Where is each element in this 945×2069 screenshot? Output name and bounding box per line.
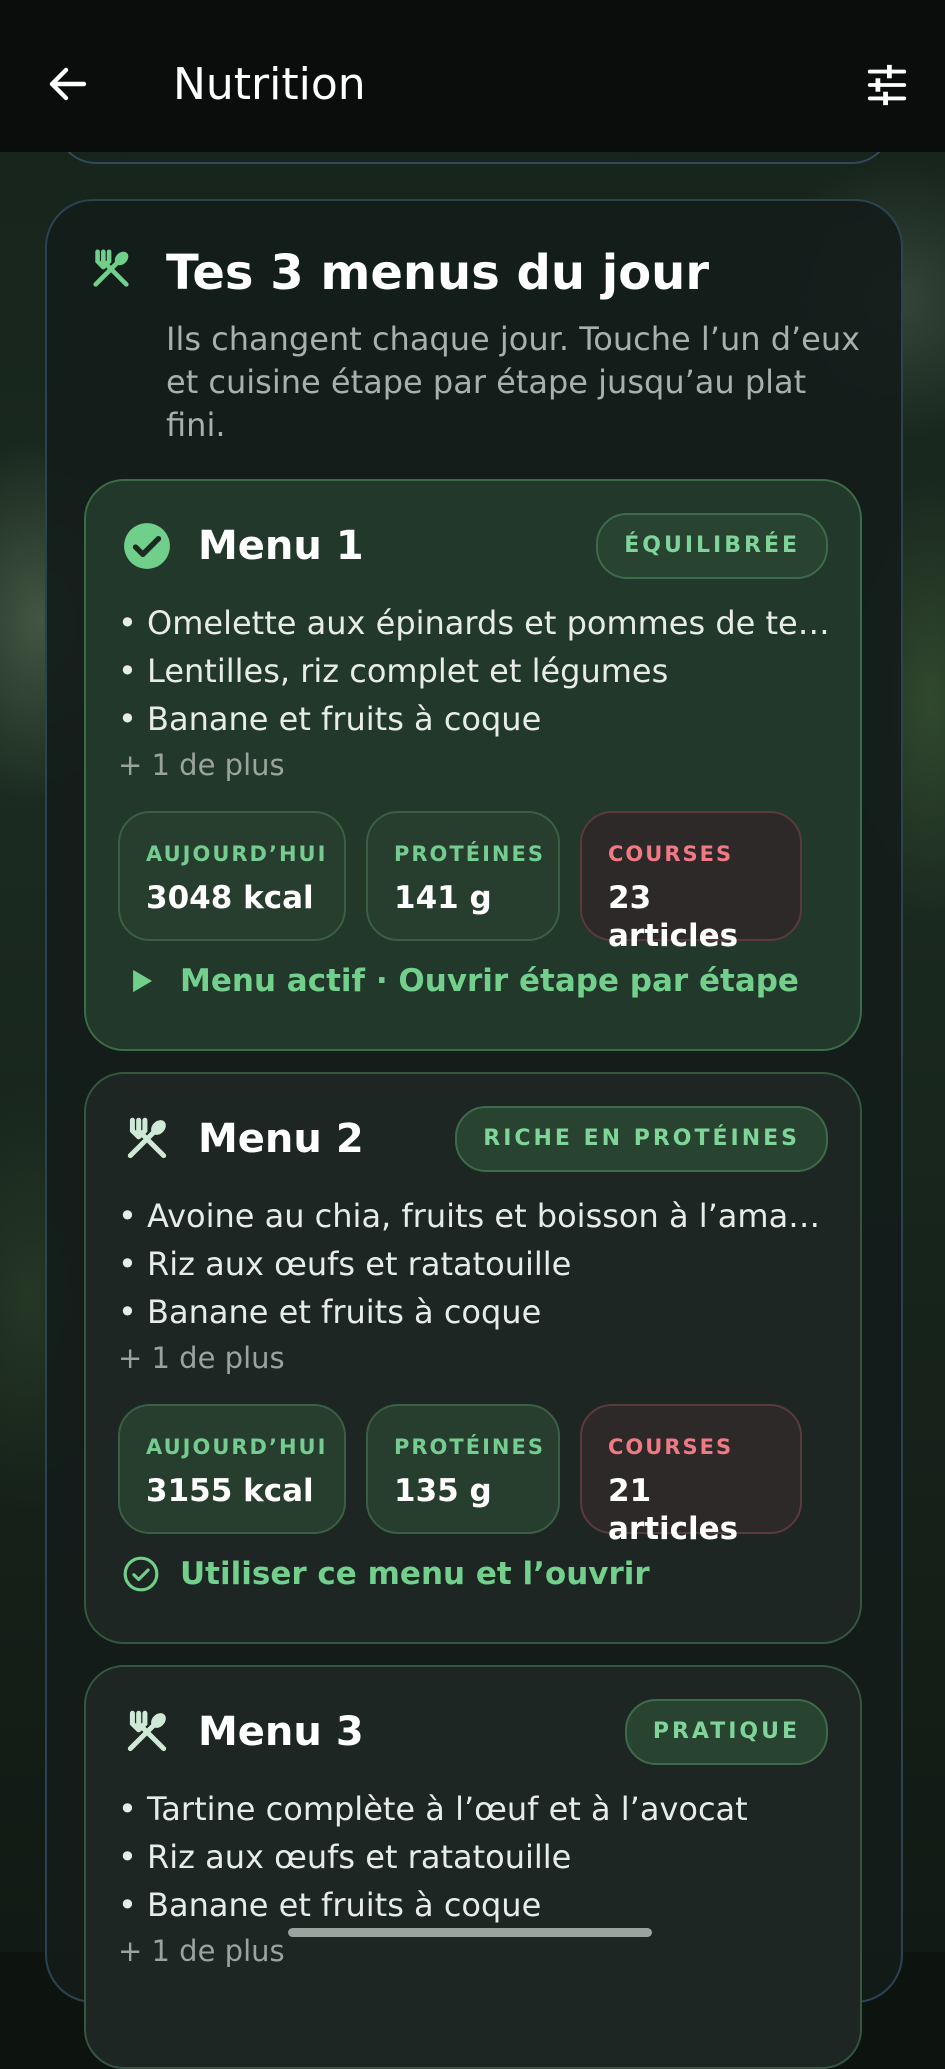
page-title: Nutrition bbox=[173, 59, 366, 110]
arrow-left-icon[interactable] bbox=[44, 60, 92, 108]
stat-proteins: PROTÉINES 141 g bbox=[366, 811, 560, 941]
menu-badge: PRATIQUE bbox=[624, 1699, 828, 1765]
stat-label: AUJOURD’HUI bbox=[146, 1435, 328, 1459]
list-item: • Riz aux œufs et ratatouille bbox=[118, 1245, 572, 1283]
list-item: • Riz aux œufs et ratatouille bbox=[118, 1838, 572, 1876]
menu-title: Menu 2 bbox=[198, 1116, 364, 1162]
stat-courses: COURSES 21 articles bbox=[580, 1404, 802, 1547]
list-item: • Tartine complète à l’œuf et à l’avocat bbox=[118, 1790, 748, 1828]
check-circle-icon bbox=[124, 523, 170, 569]
list-item: • Banane et fruits à coque bbox=[118, 1293, 542, 1331]
list-item: • Avoine au chia, fruits et boisson à l’… bbox=[118, 1197, 838, 1235]
menu-stats: AUJOURD’HUI 3155 kcal PROTÉINES 135 g CO… bbox=[118, 1404, 802, 1547]
menu-card-3[interactable]: Menu 3 PRATIQUE • Tartine complète à l’œ… bbox=[84, 1665, 862, 2069]
check-circle-outline-icon bbox=[123, 1556, 159, 1592]
menu-stats: AUJOURD’HUI 3048 kcal PROTÉINES 141 g CO… bbox=[118, 811, 802, 954]
stat-value: 21 articles bbox=[608, 1473, 739, 1547]
home-indicator[interactable] bbox=[288, 1928, 652, 1937]
more-items-label: + 1 de plus bbox=[118, 748, 285, 782]
menu-items: • Avoine au chia, fruits et boisson à l’… bbox=[118, 1192, 838, 1380]
stat-label: COURSES bbox=[608, 842, 734, 866]
section-title: Tes 3 menus du jour bbox=[166, 245, 710, 301]
stat-proteins: PROTÉINES 135 g bbox=[366, 1404, 560, 1534]
menu-card-2[interactable]: Menu 2 RICHE EN PROTÉINES • Avoine au ch… bbox=[84, 1072, 862, 1644]
stat-value: 3048 kcal bbox=[146, 880, 314, 916]
menu-badge: ÉQUILIBRÉE bbox=[596, 513, 828, 579]
more-items-label: + 1 de plus bbox=[118, 1341, 285, 1375]
play-icon bbox=[133, 969, 153, 993]
stat-value: 141 g bbox=[394, 880, 492, 916]
menu-items: • Tartine complète à l’œuf et à l’avocat… bbox=[118, 1785, 838, 1973]
menu-title: Menu 3 bbox=[198, 1709, 364, 1755]
stat-value: 135 g bbox=[394, 1473, 492, 1509]
fork-spoon-icon bbox=[93, 249, 129, 287]
menu-card-1[interactable]: Menu 1 ÉQUILIBRÉE • Omelette aux épinard… bbox=[84, 479, 862, 1051]
stat-label: AUJOURD’HUI bbox=[146, 842, 328, 866]
stat-value: 3155 kcal bbox=[146, 1473, 314, 1509]
list-item: • Lentilles, riz complet et légumes bbox=[118, 652, 669, 690]
tune-sliders-icon[interactable] bbox=[864, 62, 910, 108]
use-menu-button[interactable]: Utiliser ce menu et l’ouvrir bbox=[122, 1552, 650, 1596]
fork-spoon-icon bbox=[127, 1710, 167, 1752]
stat-label: COURSES bbox=[608, 1435, 734, 1459]
stat-kcal: AUJOURD’HUI 3155 kcal bbox=[118, 1404, 346, 1534]
list-item: • Banane et fruits à coque bbox=[118, 700, 542, 738]
fork-spoon-icon bbox=[127, 1117, 167, 1159]
stat-courses: COURSES 23 articles bbox=[580, 811, 802, 954]
stat-label: PROTÉINES bbox=[394, 842, 545, 866]
section-subtitle: Ils changent chaque jour. Touche l’un d’… bbox=[166, 320, 861, 444]
app-bar: Nutrition bbox=[0, 0, 945, 152]
menu-badge: RICHE EN PROTÉINES bbox=[455, 1106, 828, 1172]
action-label: Utiliser ce menu et l’ouvrir bbox=[180, 1556, 650, 1592]
stat-value: 23 articles bbox=[608, 880, 739, 954]
action-label: Menu actif · Ouvrir étape par étape bbox=[180, 963, 799, 999]
open-menu-button[interactable]: Menu actif · Ouvrir étape par étape bbox=[122, 959, 799, 1003]
stat-label: PROTÉINES bbox=[394, 1435, 545, 1459]
list-item: • Omelette aux épinards et pommes de ter… bbox=[118, 604, 838, 642]
stat-kcal: AUJOURD’HUI 3048 kcal bbox=[118, 811, 346, 941]
menu-items: • Omelette aux épinards et pommes de ter… bbox=[118, 599, 838, 787]
menu-title: Menu 1 bbox=[198, 523, 364, 569]
list-item: • Banane et fruits à coque bbox=[118, 1886, 542, 1924]
